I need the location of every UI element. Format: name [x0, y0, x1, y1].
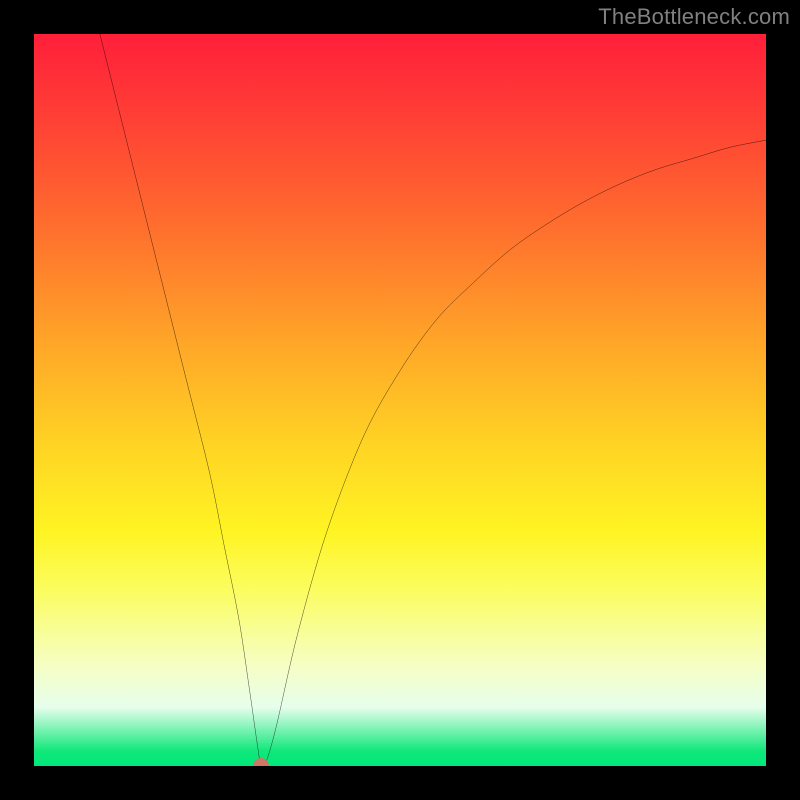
bottleneck-curve	[34, 34, 766, 766]
plot-area	[34, 34, 766, 766]
chart-container: TheBottleneck.com	[0, 0, 800, 800]
attribution-text: TheBottleneck.com	[598, 4, 790, 30]
